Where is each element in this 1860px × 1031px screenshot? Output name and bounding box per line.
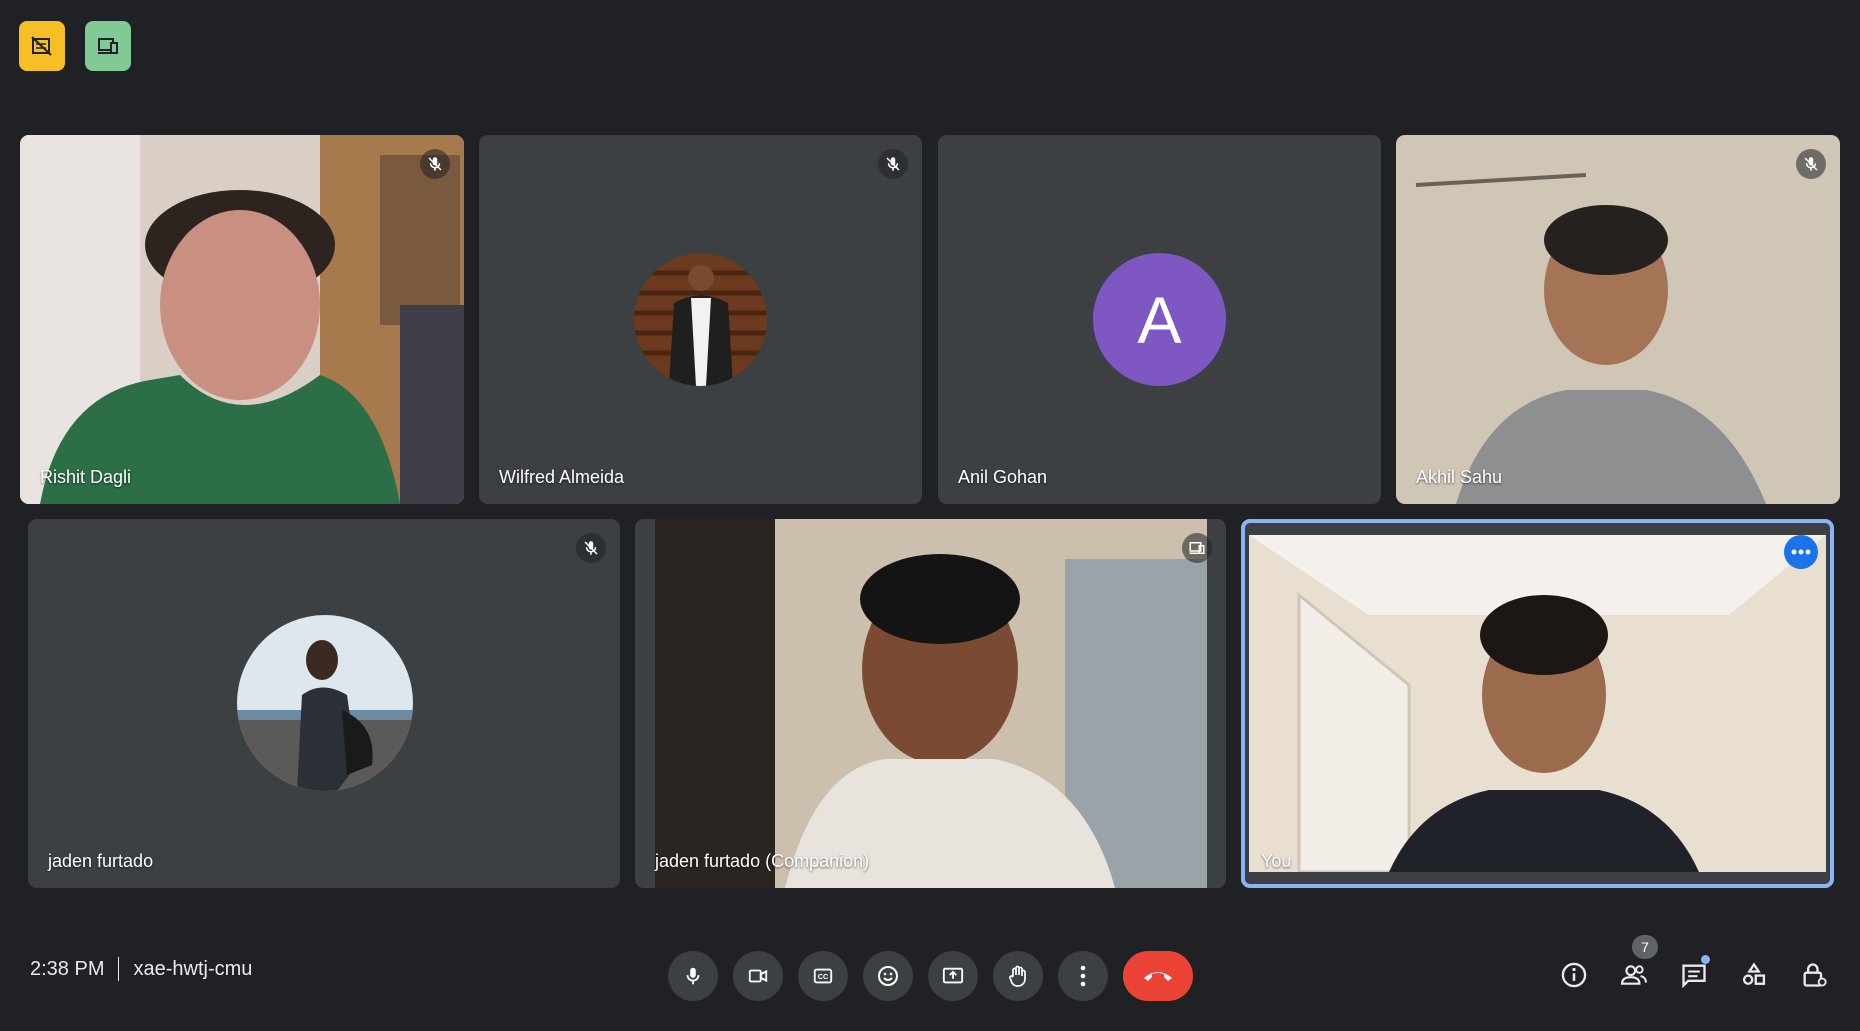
end-call-icon [1144,972,1172,981]
avatar-photo [634,253,767,386]
svg-text:CC: CC [818,972,829,981]
participant-name: Akhil Sahu [1416,467,1503,487]
no-video-badge-icon [31,36,52,56]
unread-dot [1701,955,1710,964]
people-button[interactable]: 7 [1612,935,1658,997]
muted-indicator [576,533,606,563]
no-video-badge[interactable] [19,21,65,71]
participant-name: jaden furtado [48,851,154,871]
participant-name: jaden furtado (Companion) [655,851,870,871]
mic-button[interactable] [668,951,718,1001]
participant-tile-anil[interactable]: A Anil Gohan [938,135,1381,504]
participant-name: Rishit Dagli [40,467,132,487]
meeting-details-button[interactable] [1552,953,1596,997]
activities-button[interactable] [1732,953,1776,997]
companion-mode-badge[interactable] [85,21,131,71]
people-icon [1620,965,1647,985]
mic-off-icon [886,157,900,171]
participant-tile-rishit[interactable]: Rishit Dagli [20,135,464,504]
divider [118,957,120,981]
mic-icon [686,967,700,985]
participant-video [20,135,464,504]
companion-mode-icon [1189,542,1205,554]
mic-off-icon [584,541,598,555]
control-bar: 2:38 PM xae-hwtj-cmu CC 7 [0,921,1860,1031]
avatar [634,253,767,386]
more-horizontal-icon [1791,549,1811,555]
camera-button[interactable] [733,951,783,1001]
emoji-icon [878,966,898,986]
participant-tile-you[interactable]: You [1241,519,1834,888]
end-call-button[interactable] [1123,951,1193,1001]
activities-icon [1742,962,1766,985]
meeting-time: 2:38 PM [30,957,105,980]
avatar-photo [237,615,413,791]
present-button[interactable] [928,951,978,1001]
raise-hand-button[interactable] [993,951,1043,1001]
participant-name: You [1261,851,1292,871]
raise-hand-icon [1009,965,1026,987]
letter-avatar: A [1093,253,1226,386]
companion-indicator [1182,533,1212,563]
avatar [237,615,413,791]
captions-button[interactable]: CC [798,951,848,1001]
participant-tile-jaden[interactable]: jaden furtado [28,519,620,888]
participant-tile-akhil[interactable]: Akhil Sahu [1396,135,1840,504]
emoji-button[interactable] [863,951,913,1001]
meeting-code: xae-hwtj-cmu [133,957,253,980]
captions-icon: CC [813,968,833,984]
muted-indicator [420,149,450,179]
muted-indicator [1796,149,1826,179]
info-icon [1561,962,1587,988]
muted-indicator [878,149,908,179]
camera-icon [748,969,768,983]
host-controls-button[interactable] [1792,953,1836,997]
host-controls-icon [1803,963,1827,987]
more-options-button[interactable] [1784,535,1818,569]
present-icon [942,967,964,984]
more-options-button[interactable] [1058,951,1108,1001]
participant-name: Anil Gohan [958,467,1048,487]
participant-name: Wilfred Almeida [499,467,625,487]
self-video [1249,535,1826,872]
companion-mode-icon [98,38,118,54]
participant-video [635,519,1226,888]
more-options-icon [1080,965,1086,987]
participant-video [1396,135,1840,504]
chat-icon [1682,964,1706,989]
meeting-info: 2:38 PM xae-hwtj-cmu [30,957,252,981]
participant-count-badge: 7 [1632,935,1658,959]
mic-off-icon [1804,157,1818,171]
mic-off-icon [428,157,442,171]
participant-tile-jaden-companion[interactable]: jaden furtado (Companion) [635,519,1226,888]
chat-button[interactable] [1672,953,1716,997]
participant-tile-wilfred[interactable]: Wilfred Almeida [479,135,922,504]
